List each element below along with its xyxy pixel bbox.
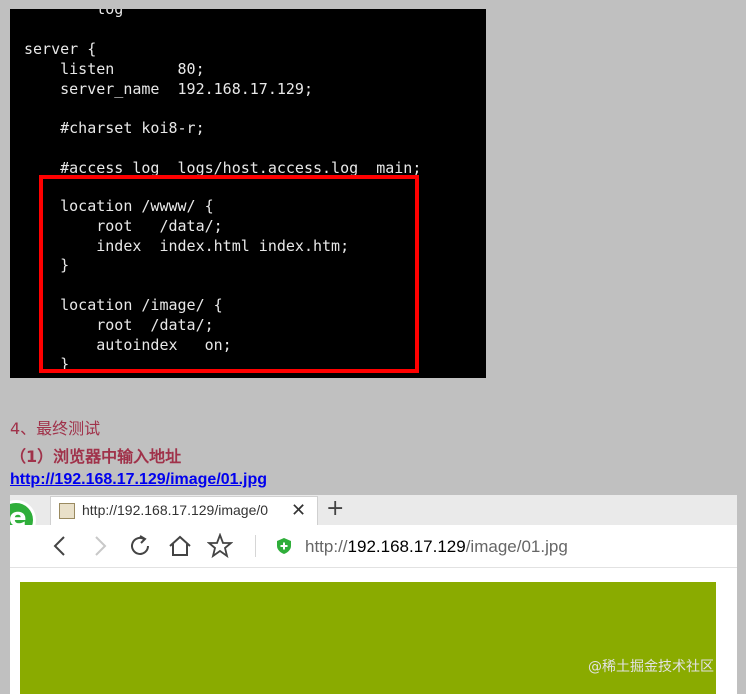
bookmark-star-icon[interactable] (207, 533, 233, 559)
terminal-line: listen 80; (24, 60, 205, 78)
forward-icon[interactable] (88, 533, 112, 559)
navigation-bar: http://192.168.17.129/image/01.jpg (10, 525, 737, 568)
page-favicon-icon (59, 503, 75, 519)
address-scheme: http:// (305, 537, 348, 556)
security-shield-icon[interactable] (277, 538, 291, 554)
toolbar-divider (255, 535, 256, 557)
url-link[interactable]: http://192.168.17.129/image/01.jpg (10, 471, 267, 489)
terminal-screenshot: log server { listen 80; server_name 192.… (10, 9, 486, 378)
terminal-line: #charset koi8-r; (24, 119, 205, 137)
new-tab-button[interactable]: + (326, 496, 344, 521)
address-host: 192.168.17.129 (347, 537, 466, 556)
tab-title: http://192.168.17.129/image/0 (82, 502, 269, 518)
refresh-icon[interactable] (127, 533, 153, 559)
terminal-line: log (24, 9, 142, 18)
home-icon[interactable] (167, 533, 193, 559)
tab-close-icon[interactable]: ✕ (291, 500, 306, 521)
highlight-box (39, 175, 419, 373)
image-preview (20, 582, 716, 694)
step-heading: 4、最终测试 (10, 419, 101, 438)
address-bar[interactable]: http://192.168.17.129/image/01.jpg (305, 537, 568, 557)
terminal-line: server { (24, 40, 97, 58)
step-subheading: （1）浏览器中输入地址 (10, 447, 182, 466)
watermark: @稀土掘金技术社区 (588, 659, 714, 675)
address-path: /image/01.jpg (465, 537, 568, 556)
terminal-line: server_name 192.168.17.129; (24, 80, 313, 98)
back-icon[interactable] (48, 533, 72, 559)
tab-bar: http://192.168.17.129/image/0 ✕ + (10, 495, 737, 540)
browser-tab[interactable]: http://192.168.17.129/image/0 ✕ (50, 496, 318, 525)
